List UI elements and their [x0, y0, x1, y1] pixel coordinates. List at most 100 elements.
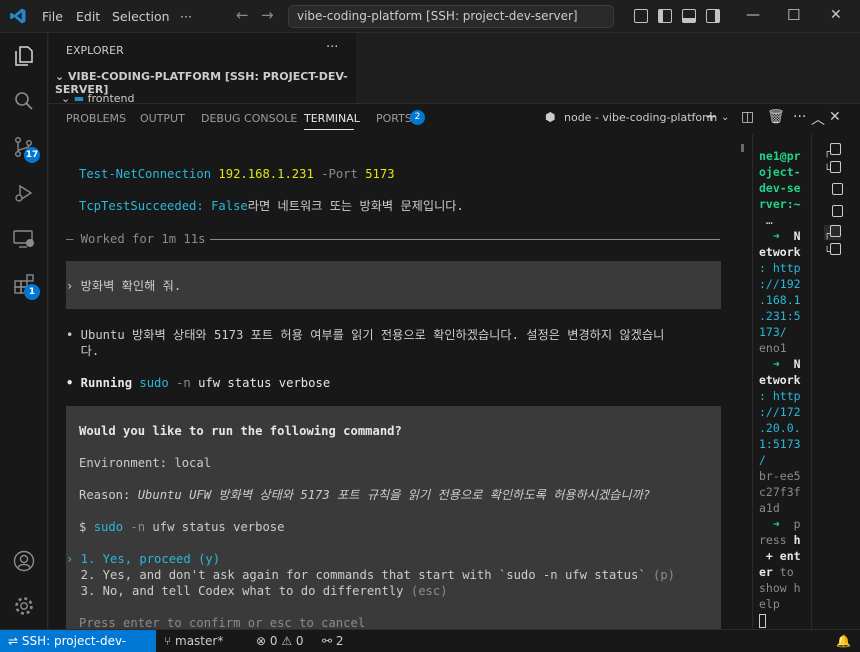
terminal-tab-1[interactable]: ┌	[824, 143, 842, 158]
side-line: c27f3f	[759, 485, 801, 499]
terminal-tab-2[interactable]: └	[824, 161, 842, 176]
search-icon[interactable]	[12, 89, 36, 113]
chevron-down-icon[interactable]: ⌄	[721, 112, 729, 123]
side-line: elp	[759, 597, 780, 611]
minimize-icon[interactable]: —	[746, 7, 760, 23]
back-arrow-icon[interactable]: ←	[236, 6, 249, 24]
explorer-more-button[interactable]: ···	[326, 40, 338, 55]
editor-area	[356, 33, 860, 103]
side-line: ne1@pr	[759, 149, 801, 163]
tab-debug-console[interactable]: DEBUG CONSOLE	[201, 112, 297, 125]
branch-indicator[interactable]: ⑂ master*	[164, 634, 223, 648]
approval-command: $ sudo -n ufw status verbose	[79, 520, 285, 534]
side-line: ://192	[759, 277, 801, 291]
toggle-secondary-sidebar-icon[interactable]	[706, 9, 720, 23]
maximize-panel-icon[interactable]: ︿	[811, 109, 825, 129]
remote-indicator[interactable]: ⇌ SSH: project-dev-server	[0, 630, 156, 652]
problems-indicator[interactable]: ⊗ 0 ⚠ 0	[256, 634, 304, 648]
side-line: etwork	[759, 245, 801, 259]
menu-file[interactable]: File	[42, 9, 63, 24]
explorer-files-icon[interactable]	[12, 44, 36, 68]
option-yes-proceed[interactable]: › 1. Yes, proceed (y)	[66, 551, 220, 567]
side-line: 173/	[759, 325, 787, 339]
side-line: 1:5173	[759, 437, 801, 451]
side-line: …	[759, 213, 773, 227]
side-line: a1d	[759, 501, 780, 515]
cube-icon	[832, 205, 843, 217]
option-no-tell-codex[interactable]: 3. No, and tell Codex what to do differe…	[66, 583, 448, 599]
run-debug-icon[interactable]	[12, 181, 36, 205]
forward-arrow-icon[interactable]: →	[261, 6, 274, 24]
menu-selection[interactable]: Selection	[112, 9, 170, 24]
terminal-split-pane[interactable]: ne1@pr oject- dev-se rver:~ … ➜ N etwork…	[757, 134, 809, 630]
terminal-name[interactable]: node - vibe-coding-platform	[564, 111, 717, 124]
toggle-panel-icon[interactable]	[682, 9, 696, 23]
side-line: rver:~	[759, 197, 801, 211]
more-actions-icon[interactable]: ···	[793, 109, 806, 125]
accounts-icon[interactable]	[12, 549, 36, 573]
settings-gear-icon[interactable]	[12, 594, 36, 618]
tab-terminal[interactable]: TERMINAL	[304, 112, 360, 125]
terminal-main[interactable]: Test-NetConnection 192.168.1.231 -Port 5…	[66, 134, 737, 630]
notifications-bell-icon[interactable]: 🔔	[836, 634, 851, 648]
side-line: br-ee5	[759, 469, 801, 483]
terminal-tab-4[interactable]	[832, 205, 843, 220]
cube-icon	[830, 243, 842, 255]
tab-problems[interactable]: PROBLEMS	[66, 112, 126, 125]
split-terminal-icon[interactable]: ◫	[741, 109, 754, 125]
folder-item-frontend[interactable]: ⌄ ▬ frontend	[61, 92, 135, 102]
side-line: ➜ N	[759, 229, 801, 243]
terminal-tab-5-active[interactable]: ┌	[824, 225, 842, 240]
assistant-message-cont: 다.	[66, 344, 100, 358]
trash-icon[interactable]: 🗑	[767, 109, 785, 125]
folder-icon: ▬	[73, 92, 88, 102]
cube-icon	[832, 183, 843, 195]
title-bar: File Edit Selection ··· ← → vibe-coding-…	[0, 0, 860, 33]
status-bar: ⇌ SSH: project-dev-server ⑂ master* ⊗ 0 …	[0, 629, 860, 652]
running-command: • Running sudo -n ufw status verbose	[66, 376, 331, 390]
cube-icon	[830, 143, 842, 155]
terminal-scrollbar[interactable]	[739, 134, 753, 630]
side-line: er to	[759, 565, 794, 579]
remote-explorer-icon[interactable]	[12, 227, 36, 251]
side-line: show h	[759, 581, 801, 595]
chevron-down-icon: ⌄	[55, 70, 69, 83]
remote-icon: ⇌	[8, 634, 22, 648]
warning-icon: ⚠	[277, 634, 296, 648]
terminal-tab-6[interactable]: └	[824, 243, 842, 258]
branch-icon: ⑂	[164, 634, 176, 648]
terminal-tab-3[interactable]	[832, 183, 843, 198]
folder-label: frontend	[87, 92, 135, 102]
toggle-primary-sidebar-icon[interactable]	[658, 9, 672, 23]
terminal-line-command: Test-NetConnection 192.168.1.231 -Port 5…	[79, 167, 395, 181]
explorer-title: EXPLORER	[66, 44, 124, 57]
tab-output[interactable]: OUTPUT	[140, 112, 185, 125]
customize-layout-icon[interactable]	[634, 9, 648, 23]
side-line: : http	[759, 389, 801, 403]
close-window-icon[interactable]: ✕	[830, 7, 842, 23]
option-yes-dont-ask[interactable]: 2. Yes, and don't ask again for commands…	[66, 567, 675, 583]
tab-ports[interactable]: PORTS	[376, 112, 412, 125]
side-line: ://172	[759, 405, 801, 419]
approval-footer: Press enter to confirm or esc to cancel	[79, 616, 366, 630]
new-terminal-plus-icon[interactable]: +	[705, 109, 717, 125]
side-line: /	[759, 453, 766, 467]
user-prompt: › 방화벽 확인해 줘.	[66, 279, 182, 293]
side-line: : http	[759, 261, 801, 275]
menu-edit[interactable]: Edit	[76, 9, 100, 24]
side-line: .168.1	[759, 293, 801, 307]
cube-icon	[830, 161, 842, 173]
ports-indicator[interactable]: ⚯ 2	[322, 634, 344, 648]
side-line: etwork	[759, 373, 801, 387]
menu-more[interactable]: ···	[180, 9, 192, 24]
vscode-logo-icon	[10, 8, 26, 24]
close-panel-icon[interactable]: ✕	[829, 109, 841, 125]
side-line: .20.0.	[759, 421, 801, 435]
worked-duration: — Worked for 1m 11s	[66, 232, 206, 246]
command-center-search[interactable]: vibe-coding-platform [SSH: project-dev-s…	[288, 5, 614, 28]
divider	[210, 239, 720, 240]
side-line: oject-	[759, 165, 801, 179]
side-line: dev-se	[759, 181, 801, 195]
maximize-icon[interactable]: ☐	[787, 6, 800, 24]
approval-environment: Environment: local	[79, 456, 212, 470]
